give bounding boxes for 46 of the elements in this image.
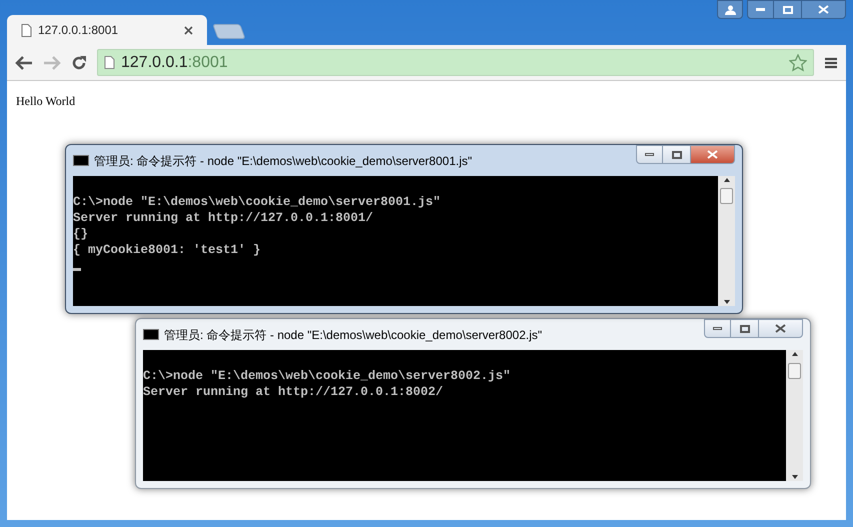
close-button[interactable] [690,145,735,164]
close-button[interactable] [801,0,846,19]
console-line: C:\>node "E:\demos\web\cookie_demo\server8002.js" [143,368,511,384]
back-icon[interactable] [15,56,33,70]
close-icon [775,324,786,333]
page-icon [104,56,115,69]
console-icon [73,155,89,166]
window-title: 管理员: 命令提示符 - node "E:\demos\web\cookie_demo\server8001.js" [94,152,472,170]
profile-button[interactable] [717,0,743,19]
maximize-button[interactable] [774,0,801,19]
minimize-button[interactable] [704,319,731,338]
reload-icon[interactable] [71,54,87,70]
console-line: { myCookie8001: 'test1' } [73,242,261,258]
close-button[interactable] [758,319,803,338]
close-icon [707,150,718,159]
page-text: Hello World [16,94,76,108]
close-icon[interactable] [184,26,193,34]
scroll-thumb[interactable] [788,362,801,378]
scroll-down-icon [724,300,730,304]
maximize-button[interactable] [663,145,690,164]
scroll-down-icon [792,475,798,479]
scroll-up-icon [724,178,730,182]
scrollbar[interactable] [786,350,803,481]
menu-icon[interactable] [824,56,838,68]
minimize-button[interactable] [747,0,774,19]
browser-tab[interactable]: 127.0.0.1:8001 [7,15,207,45]
url-port: :8001 [188,54,228,70]
window-title: 管理员: 命令提示符 - node "E:\demos\web\cookie_demo\server8002.js" [164,326,542,344]
console-icon [143,329,159,340]
page-icon [21,24,32,36]
address-bar[interactable]: 127.0.0.1:8001 [97,49,814,76]
console-line: Server running at http://127.0.0.1:8002/ [143,384,444,400]
close-icon [818,5,829,14]
new-tab-button[interactable] [212,24,246,39]
scroll-thumb[interactable] [720,188,733,204]
url-host: 127.0.0.1 [121,54,188,70]
tab-title: 127.0.0.1:8001 [38,22,118,39]
minimize-button[interactable] [636,145,663,164]
person-icon [724,4,736,14]
star-icon[interactable] [789,54,807,72]
maximize-button[interactable] [731,319,758,338]
console-line: Server running at http://127.0.0.1:8001/ [73,210,374,226]
console-line: C:\>node "E:\demos\web\cookie_demo\server8001.js" [73,194,441,210]
scroll-up-icon [792,352,798,356]
scrollbar[interactable] [718,176,735,306]
console-line: {} [73,226,88,242]
